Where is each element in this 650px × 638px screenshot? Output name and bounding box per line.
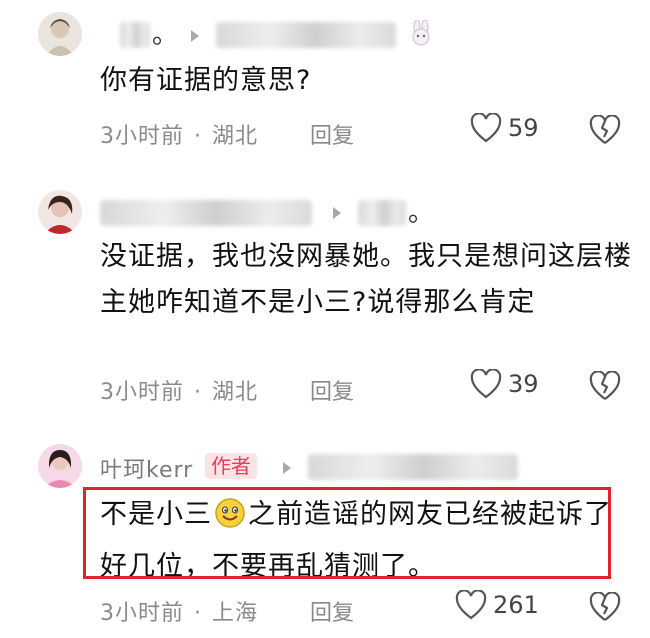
username-dot: 。 (408, 198, 435, 228)
author-badge: 作者 (205, 453, 257, 479)
like-count: 39 (508, 370, 539, 398)
avatar-author-icon[interactable] (38, 444, 82, 488)
dislike-button[interactable] (589, 114, 621, 149)
broken-heart-icon (589, 591, 621, 621)
heart-icon (470, 113, 502, 143)
like-button[interactable]: 39 (470, 369, 539, 399)
comment-location: 湖北 (212, 380, 259, 405)
reply-arrow-icon (283, 462, 291, 474)
reply-button[interactable]: 回复 (310, 374, 354, 406)
heart-icon (455, 590, 487, 620)
comment-location: 湖北 (212, 124, 259, 149)
rabbit-emoji-icon (408, 19, 434, 50)
blurred-reply-target (308, 454, 518, 480)
like-button[interactable]: 59 (470, 113, 539, 143)
avatar-woman-icon[interactable] (38, 12, 82, 56)
reply-arrow-icon (333, 207, 341, 219)
heart-icon (470, 369, 502, 399)
comment-meta: 3小时前 · 上海 (100, 601, 259, 626)
broken-heart-icon (589, 370, 621, 400)
blurred-reply-target (358, 200, 406, 226)
blurred-reply-target (216, 22, 396, 48)
username-dot: 。 (152, 20, 179, 50)
blurred-username (100, 200, 312, 226)
reply-button[interactable]: 回复 (310, 118, 354, 150)
highlight-box (83, 487, 611, 579)
comment-location: 上海 (212, 601, 259, 626)
author-name[interactable]: 叶珂kerr (100, 452, 193, 484)
dislike-button[interactable] (589, 370, 621, 405)
comment-meta: 3小时前 · 湖北 (100, 124, 259, 149)
comment-time: 3小时前 (100, 601, 184, 626)
blurred-username (120, 22, 150, 48)
comment-2: 。 没证据，我也没网暴她。我只是想问这层楼主她咋知道不是小三?说得那么肯定 3小… (0, 160, 650, 430)
like-count: 59 (508, 114, 539, 142)
reply-arrow-icon (191, 30, 199, 42)
avatar-woman-red-icon[interactable] (38, 190, 82, 234)
comment-time: 3小时前 (100, 124, 184, 149)
comment-3-author: 叶珂kerr 作者 不是小三 之前造谣的网友已经被起诉了好几位，不要再乱猜测了。… (0, 430, 650, 638)
comment-text: 你有证据的意思? (100, 65, 312, 96)
comment-time: 3小时前 (100, 380, 184, 405)
comment-text: 没证据，我也没网暴她。我只是想问这层楼主她咋知道不是小三?说得那么肯定 (100, 241, 632, 318)
comment-1: 。 你有证据的意思? 3小时前 · 湖北 回复 59 (0, 0, 650, 160)
broken-heart-icon (589, 114, 621, 144)
dislike-button[interactable] (589, 591, 621, 626)
comment-meta: 3小时前 · 湖北 (100, 380, 259, 405)
reply-button[interactable]: 回复 (310, 595, 354, 627)
like-count: 261 (493, 591, 539, 619)
like-button[interactable]: 261 (455, 590, 539, 620)
